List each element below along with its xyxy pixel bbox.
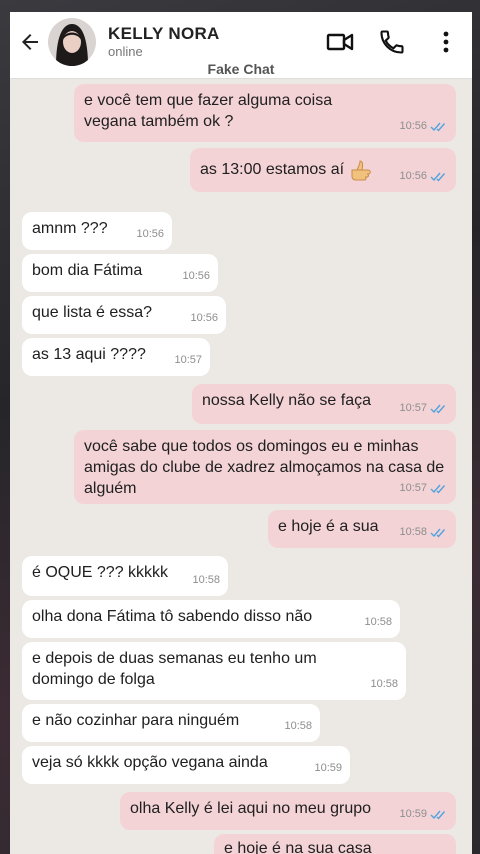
contact-name[interactable]: KELLY NORA <box>108 24 220 44</box>
message-incoming[interactable]: é OQUE ??? kkkkk 10:58 <box>22 556 228 596</box>
message-outgoing[interactable]: as 13:00 estamos aí 10:56 <box>190 148 456 192</box>
message-time: 10:57 <box>399 482 427 494</box>
avatar[interactable] <box>48 18 96 66</box>
message-time: 10:58 <box>399 526 427 538</box>
watermark-label: Fake Chat <box>207 61 275 77</box>
double-check-icon <box>430 122 446 132</box>
chat-screen: KELLY NORA online Fake Chat e você tem q… <box>10 12 472 854</box>
message-time: 10:56 <box>190 312 218 324</box>
message-meta: 10:58 <box>364 612 392 633</box>
message-text: e não cozinhar para ninguém <box>32 712 240 729</box>
message-text: você sabe que todos os domingos eu e min… <box>84 438 445 497</box>
message-time: 10:59 <box>399 808 427 820</box>
message-text: e você tem que fazer alguma coisa vegana… <box>84 92 333 130</box>
message-text: olha dona Fátima tô sabendo disso não <box>32 608 313 625</box>
avatar-image <box>48 18 96 66</box>
message-time: 10:58 <box>370 678 398 690</box>
message-text: amnm ??? <box>32 220 108 237</box>
message-outgoing[interactable]: você sabe que todos os domingos eu e min… <box>74 430 456 504</box>
message-meta: 10:57 <box>399 398 448 419</box>
message-text: e hoje é a sua <box>278 518 379 535</box>
message-meta: 10:58 <box>370 674 398 695</box>
message-text: as 13:00 estamos aí <box>200 161 345 179</box>
message-text: nossa Kelly não se faça <box>202 392 371 409</box>
message-text: as 13 aqui ???? <box>32 346 146 363</box>
message-text: e hoje é na sua casa <box>224 840 372 854</box>
message-time: 10:59 <box>314 762 342 774</box>
message-meta: 10:58 <box>192 570 220 591</box>
message-text: olha Kelly é lei aqui no meu grupo <box>130 800 372 817</box>
more-vertical-icon[interactable] <box>432 28 460 56</box>
message-text: veja só kkkk opção vegana ainda <box>32 754 268 771</box>
message-meta: 10:56 <box>182 266 210 287</box>
message-incoming[interactable]: olha dona Fátima tô sabendo disso não 10… <box>22 600 400 638</box>
message-list[interactable]: e você tem que fazer alguma coisa vegana… <box>10 78 472 854</box>
message-meta: 10:56 <box>136 224 164 245</box>
message-incoming[interactable]: veja só kkkk opção vegana ainda 10:59 <box>22 746 350 784</box>
message-time: 10:58 <box>192 574 220 586</box>
message-incoming[interactable]: que lista é essa? 10:56 <box>22 296 226 334</box>
message-incoming[interactable]: e não cozinhar para ninguém 10:58 <box>22 704 320 742</box>
message-meta: 10:59 <box>399 804 448 825</box>
chat-header: KELLY NORA online Fake Chat <box>10 12 472 79</box>
message-text: é OQUE ??? kkkkk <box>32 564 169 581</box>
message-time: 10:56 <box>136 228 164 240</box>
contact-status: online <box>108 44 143 59</box>
back-arrow-icon[interactable] <box>18 30 42 54</box>
video-call-icon[interactable] <box>326 28 354 56</box>
message-time: 10:57 <box>174 354 202 366</box>
message-incoming[interactable]: amnm ??? 10:56 <box>22 212 172 250</box>
double-check-icon <box>430 810 446 820</box>
message-meta: 10:58 <box>399 522 448 543</box>
message-outgoing[interactable]: e hoje é a sua 10:58 <box>268 510 456 548</box>
message-meta: 10:57 <box>399 478 448 499</box>
message-meta: 10:56 <box>190 308 218 329</box>
message-outgoing[interactable]: nossa Kelly não se faça 10:57 <box>192 384 456 424</box>
message-meta: 10:59 <box>314 758 342 779</box>
message-time: 10:57 <box>399 402 427 414</box>
message-incoming[interactable]: e depois de duas semanas eu tenho um dom… <box>22 642 406 700</box>
message-time: 10:56 <box>399 170 427 182</box>
double-check-icon <box>430 484 446 494</box>
double-check-icon <box>430 404 446 414</box>
message-text: que lista é essa? <box>32 304 153 321</box>
message-time: 10:56 <box>182 270 210 282</box>
message-meta: 10:58 <box>284 716 312 737</box>
thumbs-up-emoji <box>351 160 371 181</box>
message-time: 10:58 <box>364 616 392 628</box>
phone-icon[interactable] <box>378 28 406 56</box>
message-meta: 10:56 <box>399 116 448 137</box>
message-incoming[interactable]: as 13 aqui ???? 10:57 <box>22 338 210 376</box>
message-outgoing[interactable]: e você tem que fazer alguma coisa vegana… <box>74 84 456 142</box>
message-text: bom dia Fátima <box>32 262 143 279</box>
double-check-icon <box>430 172 446 182</box>
message-incoming[interactable]: bom dia Fátima 10:56 <box>22 254 218 292</box>
message-outgoing[interactable]: e hoje é na sua casa <box>214 834 456 854</box>
message-meta: 10:56 <box>399 166 448 187</box>
message-meta: 10:57 <box>174 350 202 371</box>
message-time: 10:58 <box>284 720 312 732</box>
double-check-icon <box>430 528 446 538</box>
message-text: e depois de duas semanas eu tenho um dom… <box>32 650 317 688</box>
message-time: 10:56 <box>399 120 427 132</box>
message-outgoing[interactable]: olha Kelly é lei aqui no meu grupo 10:59 <box>120 792 456 830</box>
